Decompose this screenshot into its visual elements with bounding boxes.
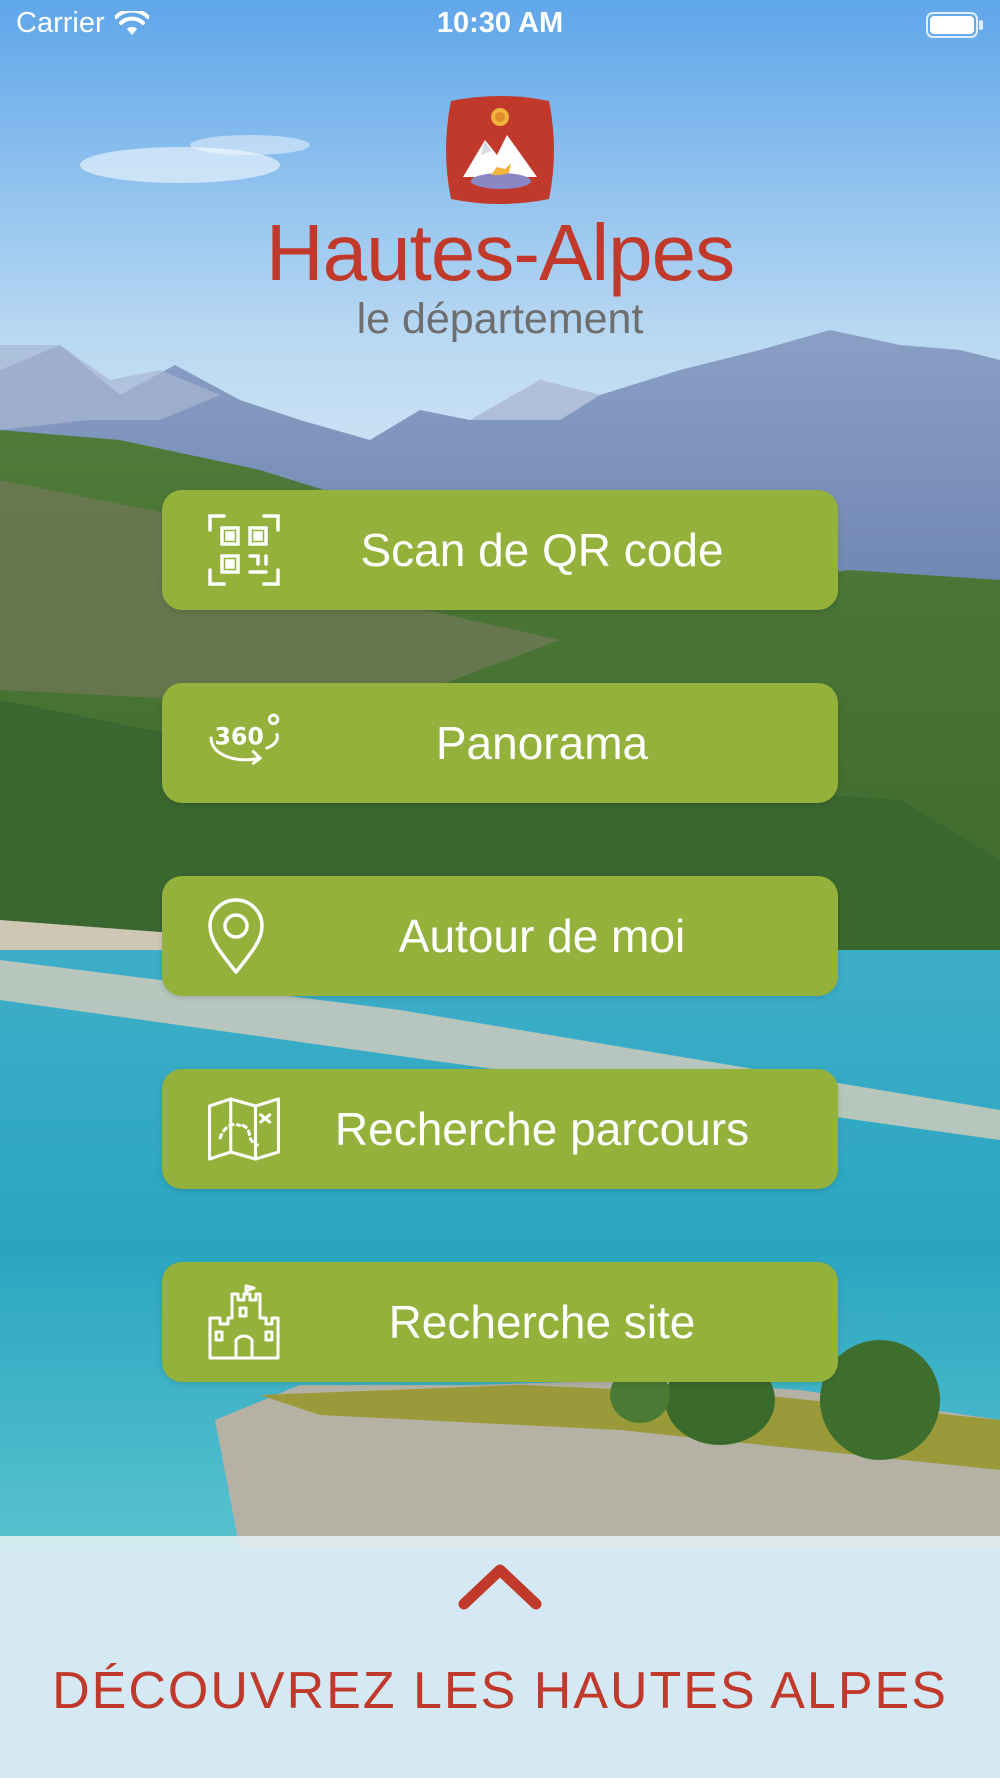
main-menu: Scan de QR code 360 Panorama Autour de m… [162,490,838,1455]
battery-icon [926,12,984,46]
svg-text:360: 360 [214,723,263,751]
status-time: 10:30 AM [436,7,564,39]
panorama-360-icon: 360 [209,713,280,765]
castle-icon [208,1284,280,1360]
qr-code-icon [208,514,280,586]
status-bar: Carrier 10:30 AM [0,0,1000,52]
recherche-parcours-button[interactable]: Recherche parcours [162,1069,838,1189]
scan-qr-code-button[interactable]: Scan de QR code [162,490,838,610]
logo-subtitle: le département [356,295,644,343]
logo-title: Hautes-Alpes [265,208,735,297]
chevron-up-icon[interactable] [458,1560,542,1610]
autour-de-moi-button[interactable]: Autour de moi [162,876,838,996]
discover-panel[interactable]: DÉCOUVREZ LES HAUTES ALPES [0,1536,1000,1778]
brand-logo: Hautes-Alpes le département [0,95,1000,343]
location-pin-icon [208,898,264,974]
map-route-icon [207,1097,281,1161]
hautes-alpes-emblem-icon [446,96,554,204]
recherche-site-button[interactable]: Recherche site [162,1262,838,1382]
panorama-button[interactable]: 360 Panorama [162,683,838,803]
app-screen: Carrier 10:30 AM Hautes-Alpes le départe… [0,0,1000,1778]
discover-label[interactable]: DÉCOUVREZ LES HAUTES ALPES [0,1661,1000,1721]
